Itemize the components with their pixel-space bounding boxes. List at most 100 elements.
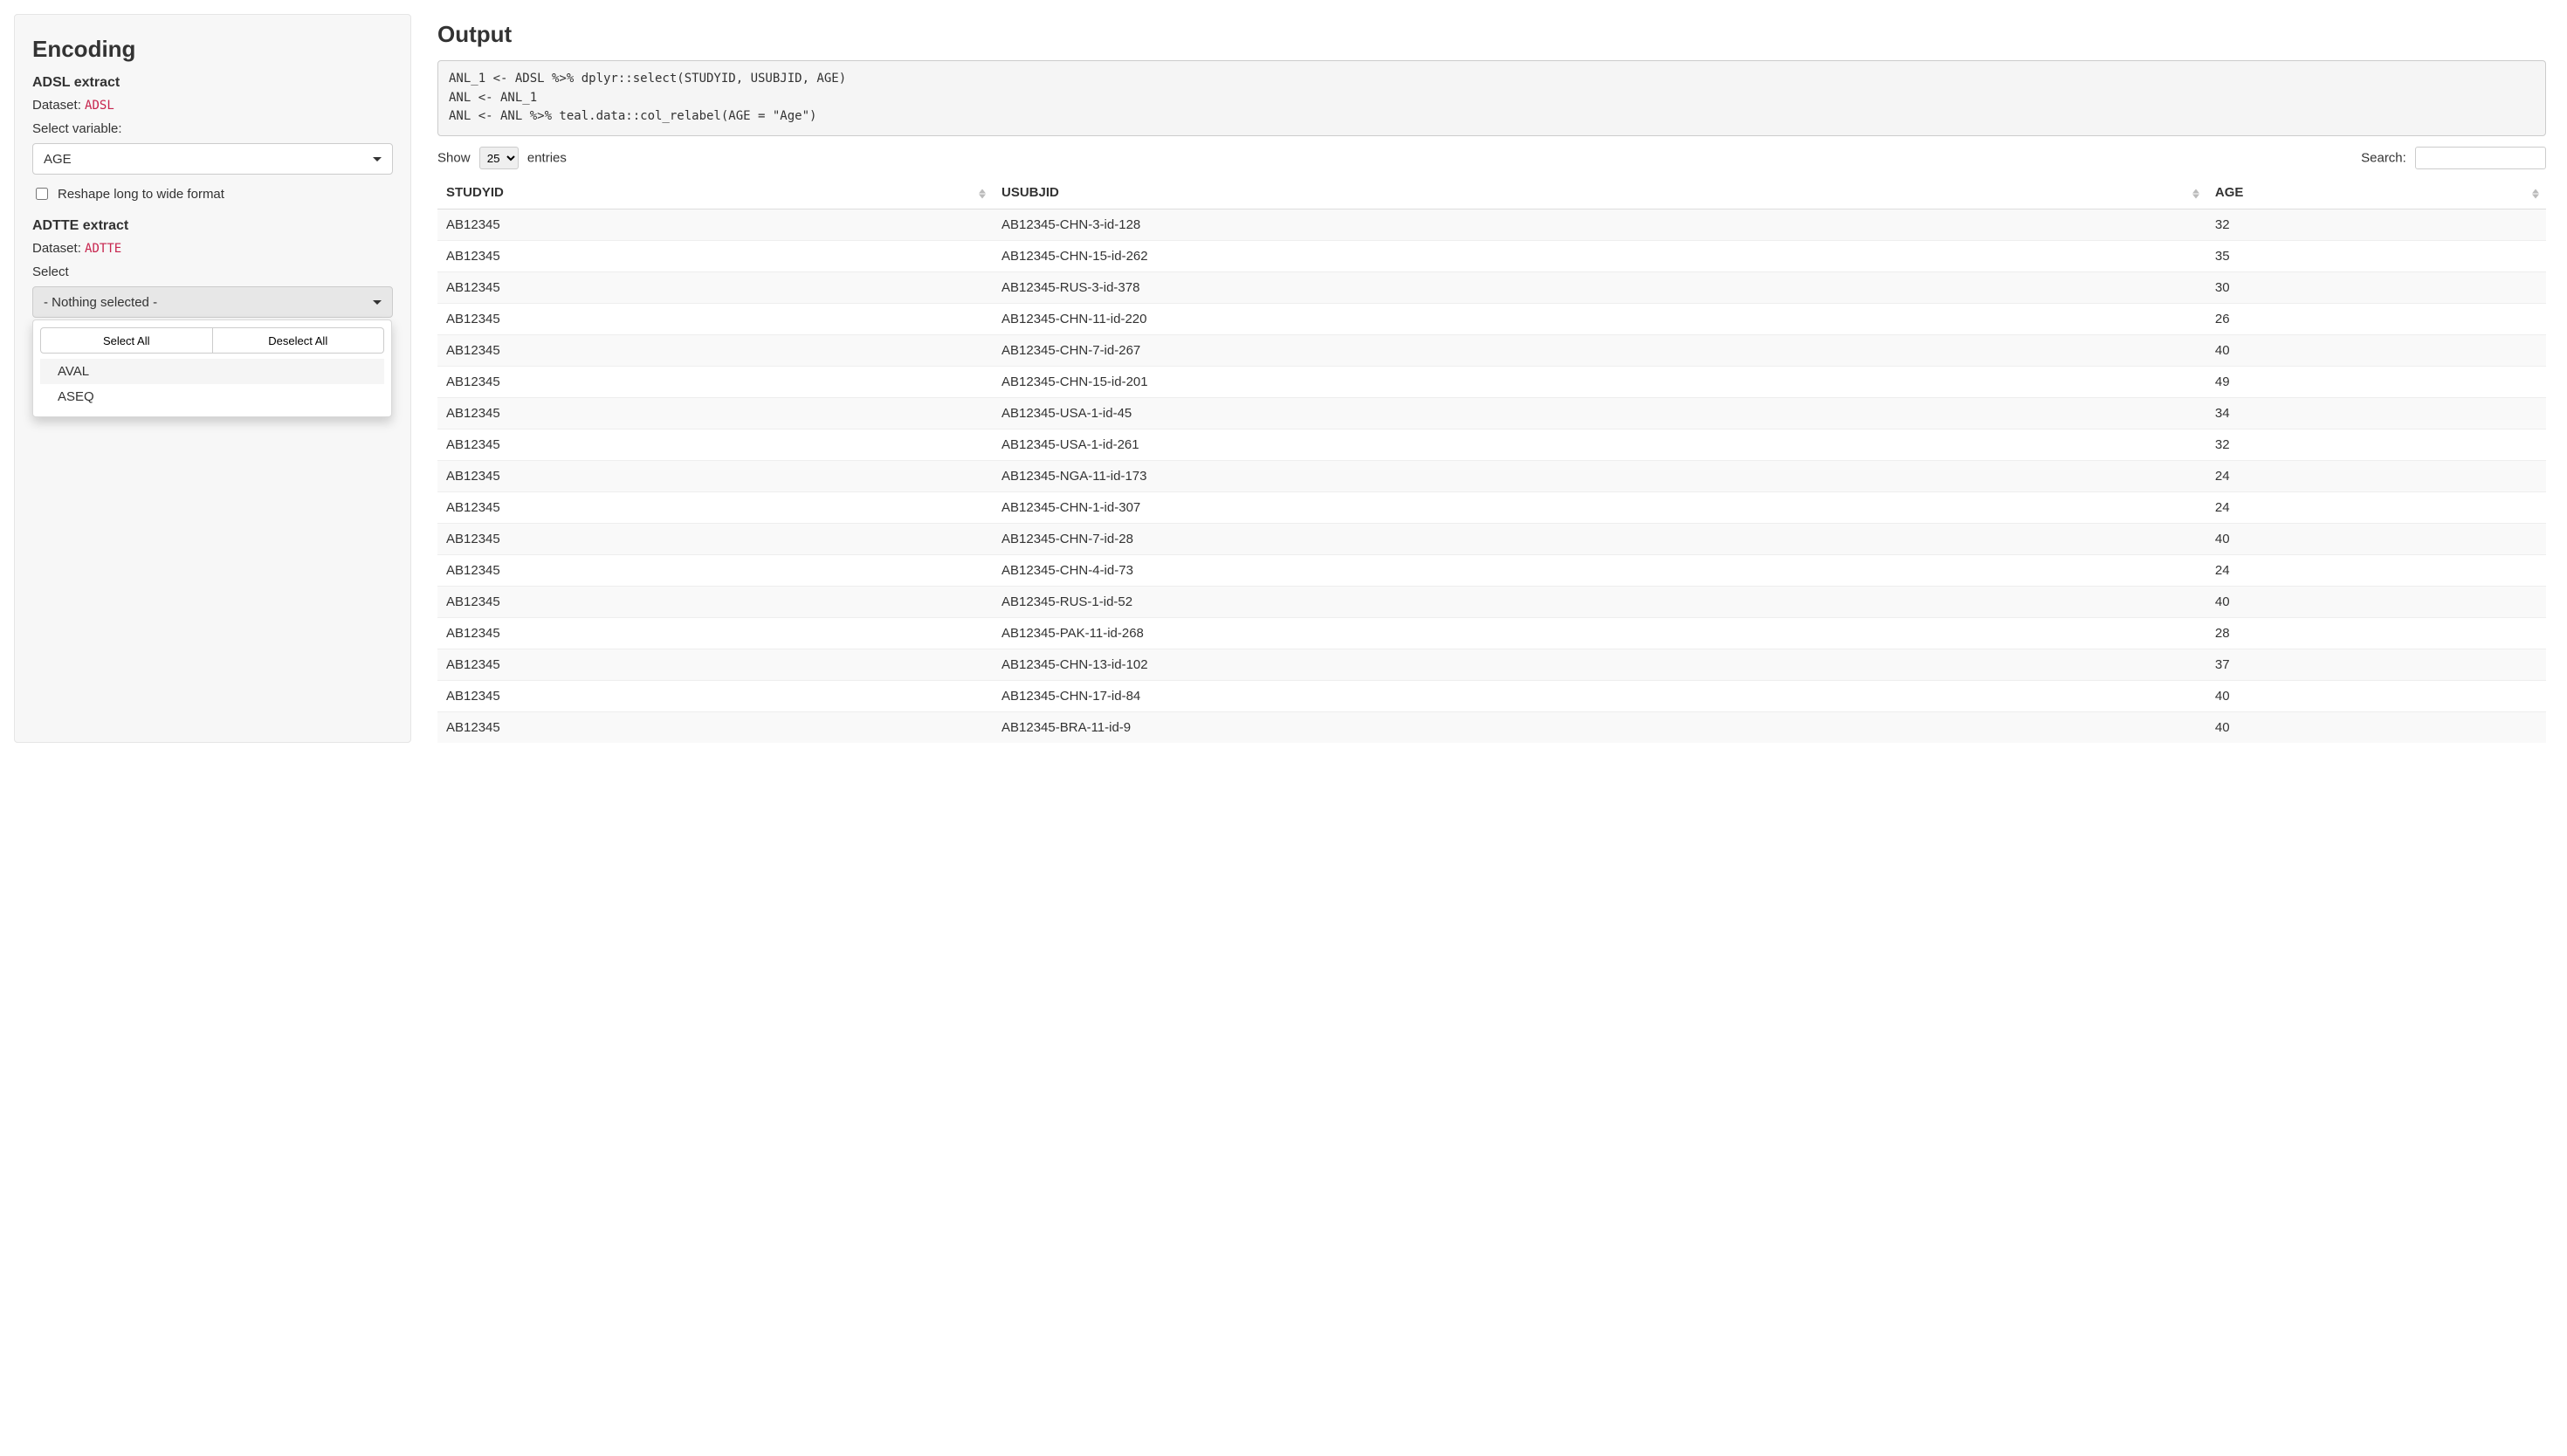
- table-row: AB12345AB12345-CHN-13-id-10237: [437, 649, 2546, 681]
- table-cell: 40: [2206, 587, 2546, 618]
- table-cell: AB12345: [437, 272, 993, 304]
- table-row: AB12345AB12345-RUS-1-id-5240: [437, 587, 2546, 618]
- adsl-select-label: Select variable:: [32, 121, 393, 136]
- table-cell: AB12345-BRA-11-id-9: [993, 712, 2206, 744]
- table-row: AB12345AB12345-BRA-11-id-940: [437, 712, 2546, 744]
- table-cell: AB12345: [437, 398, 993, 429]
- table-cell: AB12345-CHN-7-id-267: [993, 335, 2206, 367]
- table-cell: AB12345: [437, 555, 993, 587]
- adtte-dataset-name: ADTTE: [85, 242, 121, 256]
- table-search-control: Search:: [2361, 147, 2546, 169]
- adtte-variable-select[interactable]: - Nothing selected -: [32, 286, 393, 318]
- adsl-reshape-checkbox-input[interactable]: [36, 188, 48, 200]
- table-length-select[interactable]: 25: [479, 147, 519, 169]
- table-cell: AB12345: [437, 712, 993, 744]
- table-cell: AB12345: [437, 681, 993, 712]
- table-cell: AB12345: [437, 492, 993, 524]
- table-column-header[interactable]: STUDYID: [437, 178, 993, 209]
- adsl-reshape-checkbox[interactable]: Reshape long to wide format: [32, 185, 393, 203]
- length-entries-label: entries: [527, 151, 567, 166]
- select-all-button[interactable]: Select All: [40, 327, 213, 354]
- table-cell: 26: [2206, 304, 2546, 335]
- table-cell: AB12345-PAK-11-id-268: [993, 618, 2206, 649]
- table-cell: AB12345-CHN-3-id-128: [993, 209, 2206, 241]
- table-cell: AB12345-USA-1-id-261: [993, 429, 2206, 461]
- table-cell: AB12345-USA-1-id-45: [993, 398, 2206, 429]
- table-cell: AB12345: [437, 461, 993, 492]
- table-cell: AB12345-CHN-13-id-102: [993, 649, 2206, 681]
- adtte-dataset-line: Dataset: ADTTE: [32, 241, 393, 256]
- table-cell: AB12345: [437, 304, 993, 335]
- table-column-header[interactable]: AGE: [2206, 178, 2546, 209]
- adsl-dataset-name: ADSL: [85, 99, 114, 113]
- adsl-reshape-label: Reshape long to wide format: [58, 187, 224, 202]
- table-row: AB12345AB12345-CHN-17-id-8440: [437, 681, 2546, 712]
- table-row: AB12345AB12345-NGA-11-id-17324: [437, 461, 2546, 492]
- output-panel: Output ANL_1 <- ADSL %>% dplyr::select(S…: [411, 0, 2567, 743]
- adsl-section-title: ADSL extract: [32, 75, 393, 91]
- table-cell: 24: [2206, 461, 2546, 492]
- adsl-variable-select[interactable]: AGE: [32, 143, 393, 175]
- table-cell: AB12345-RUS-1-id-52: [993, 587, 2206, 618]
- table-cell: 32: [2206, 429, 2546, 461]
- output-table: STUDYIDUSUBJIDAGE AB12345AB12345-CHN-3-i…: [437, 178, 2546, 743]
- table-cell: AB12345: [437, 587, 993, 618]
- table-cell: 40: [2206, 524, 2546, 555]
- length-show-label: Show: [437, 151, 471, 166]
- table-cell: 37: [2206, 649, 2546, 681]
- encoding-title: Encoding: [32, 36, 393, 63]
- table-cell: 24: [2206, 555, 2546, 587]
- adtte-dropdown-option[interactable]: AVAL: [40, 359, 384, 384]
- table-cell: 24: [2206, 492, 2546, 524]
- table-cell: 35: [2206, 241, 2546, 272]
- adtte-dropdown-option[interactable]: ASEQ: [40, 384, 384, 409]
- table-row: AB12345AB12345-CHN-15-id-26235: [437, 241, 2546, 272]
- table-row: AB12345AB12345-CHN-15-id-20149: [437, 367, 2546, 398]
- sort-icon: [2532, 189, 2539, 198]
- table-column-label: AGE: [2215, 185, 2244, 200]
- table-cell: AB12345: [437, 524, 993, 555]
- adsl-dataset-line: Dataset: ADSL: [32, 98, 393, 113]
- chevron-down-icon: [373, 157, 382, 161]
- table-row: AB12345AB12345-CHN-1-id-30724: [437, 492, 2546, 524]
- adsl-dataset-label: Dataset:: [32, 98, 81, 113]
- table-cell: AB12345: [437, 335, 993, 367]
- table-row: AB12345AB12345-RUS-3-id-37830: [437, 272, 2546, 304]
- table-cell: 28: [2206, 618, 2546, 649]
- sort-icon: [2192, 189, 2199, 198]
- adtte-section-title: ADTTE extract: [32, 218, 393, 234]
- table-cell: AB12345-CHN-1-id-307: [993, 492, 2206, 524]
- table-length-control: Show 25 entries: [437, 147, 567, 169]
- search-label: Search:: [2361, 151, 2406, 166]
- table-cell: AB12345: [437, 241, 993, 272]
- table-row: AB12345AB12345-CHN-11-id-22026: [437, 304, 2546, 335]
- table-cell: AB12345: [437, 429, 993, 461]
- output-title: Output: [437, 21, 2546, 48]
- table-cell: AB12345-CHN-4-id-73: [993, 555, 2206, 587]
- table-row: AB12345AB12345-CHN-4-id-7324: [437, 555, 2546, 587]
- adtte-dropdown-menu: Select All Deselect All AVALASEQ: [32, 319, 392, 417]
- adtte-variable-select-value: - Nothing selected -: [44, 295, 157, 310]
- deselect-all-button[interactable]: Deselect All: [213, 327, 385, 354]
- table-cell: 49: [2206, 367, 2546, 398]
- adtte-select-label: Select: [32, 264, 393, 279]
- table-cell: AB12345-CHN-7-id-28: [993, 524, 2206, 555]
- table-cell: AB12345-RUS-3-id-378: [993, 272, 2206, 304]
- table-cell: AB12345-CHN-11-id-220: [993, 304, 2206, 335]
- table-cell: 30: [2206, 272, 2546, 304]
- table-cell: AB12345: [437, 367, 993, 398]
- table-cell: 32: [2206, 209, 2546, 241]
- table-cell: AB12345-NGA-11-id-173: [993, 461, 2206, 492]
- search-input[interactable]: [2415, 147, 2546, 169]
- adtte-dataset-label: Dataset:: [32, 241, 81, 256]
- adsl-variable-select-value: AGE: [44, 152, 72, 167]
- sort-icon: [979, 189, 986, 198]
- table-column-header[interactable]: USUBJID: [993, 178, 2206, 209]
- table-cell: AB12345: [437, 618, 993, 649]
- table-cell: AB12345: [437, 649, 993, 681]
- table-row: AB12345AB12345-CHN-7-id-2840: [437, 524, 2546, 555]
- table-row: AB12345AB12345-CHN-7-id-26740: [437, 335, 2546, 367]
- table-row: AB12345AB12345-PAK-11-id-26828: [437, 618, 2546, 649]
- table-row: AB12345AB12345-USA-1-id-4534: [437, 398, 2546, 429]
- table-cell: AB12345-CHN-17-id-84: [993, 681, 2206, 712]
